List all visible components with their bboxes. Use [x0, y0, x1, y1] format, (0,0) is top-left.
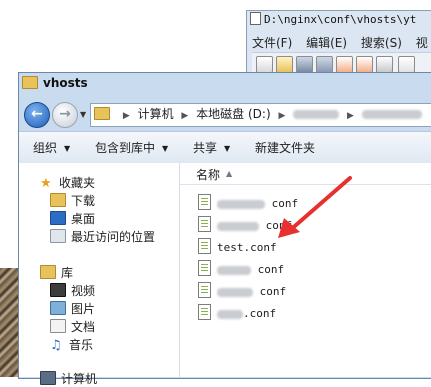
column-header-name[interactable]: 名称: [196, 166, 220, 183]
back-button[interactable]: ←: [24, 102, 50, 128]
conf-file-icon: [198, 282, 211, 298]
sort-ascending-icon: ▲: [226, 169, 233, 178]
nav-item-downloads[interactable]: 下载: [50, 192, 95, 209]
chevron-down-icon: ▼: [64, 144, 71, 153]
forward-arrow-icon: →: [59, 106, 71, 122]
menu-search[interactable]: 搜索(S): [361, 36, 402, 50]
nav-item-pictures[interactable]: 图片: [50, 300, 95, 317]
recent-pages-dropdown-icon[interactable]: ▼: [80, 110, 86, 119]
downloads-folder-icon: [50, 193, 66, 207]
notepad-title: D:\nginx\conf\vhosts\yt: [250, 12, 431, 31]
conf-file-icon: [198, 194, 211, 210]
conf-file-icon: [198, 238, 211, 254]
nav-favorites[interactable]: ★ 收藏夹: [40, 174, 95, 191]
nav-item-documents[interactable]: 文档: [50, 318, 95, 335]
file-item[interactable]: conf: [198, 260, 284, 278]
save-all-icon[interactable]: [316, 56, 333, 73]
documents-icon: [50, 319, 66, 333]
folder-icon: [22, 76, 38, 89]
pictures-icon: [50, 301, 66, 315]
address-folder-icon: [94, 107, 110, 120]
desktop-icon: [50, 211, 66, 225]
file-name-redacted: [217, 309, 243, 319]
conf-file-icon: [198, 304, 211, 320]
nav-item-music[interactable]: ♫ 音乐: [50, 336, 93, 353]
computer-icon: [40, 371, 56, 385]
star-icon: ★: [40, 176, 52, 191]
save-icon[interactable]: [296, 56, 313, 73]
conf-file-icon: [198, 260, 211, 276]
menu-view[interactable]: 视: [416, 36, 428, 50]
breadcrumb-redacted: [293, 110, 340, 119]
notepad-menubar: 文件(F) 编辑(E) 搜索(S) 视: [252, 34, 431, 50]
file-item[interactable]: .conf: [198, 304, 276, 322]
breadcrumb: ▶ 计算机 ▶ 本地磁盘 (D:) ▶ ▶: [94, 106, 429, 124]
menu-file[interactable]: 文件(F): [252, 36, 292, 50]
notepad-doc-icon: [250, 12, 261, 25]
file-item[interactable]: test.conf: [198, 238, 277, 256]
include-in-library-button[interactable]: 包含到库中 ▼: [95, 139, 168, 156]
music-note-icon: ♫: [50, 338, 62, 353]
background-photo: [0, 268, 20, 377]
nav-item-recent-places[interactable]: 最近访问的位置: [50, 228, 155, 245]
breadcrumb-separator-icon[interactable]: ▶: [278, 111, 285, 121]
print-icon[interactable]: [376, 56, 393, 73]
menu-edit[interactable]: 编辑(E): [306, 36, 347, 50]
breadcrumb-local-disk[interactable]: 本地磁盘 (D:): [196, 107, 270, 121]
file-name-redacted: [217, 265, 251, 275]
nav-computer[interactable]: 计算机: [40, 370, 97, 387]
conf-file-icon: [198, 216, 211, 232]
organize-button[interactable]: 组织 ▼: [33, 139, 70, 156]
explorer-title: vhosts: [22, 76, 422, 96]
breadcrumb-separator-icon[interactable]: ▶: [347, 111, 354, 121]
file-name-redacted: [217, 221, 259, 231]
open-file-icon[interactable]: [276, 56, 293, 73]
close-icon[interactable]: [336, 56, 353, 73]
nav-libraries[interactable]: 库: [40, 264, 73, 281]
breadcrumb-separator-icon[interactable]: ▶: [181, 111, 188, 121]
new-file-icon[interactable]: [256, 56, 273, 73]
cut-icon[interactable]: [398, 56, 415, 73]
library-icon: [40, 265, 56, 279]
recent-places-icon: [50, 229, 66, 243]
new-folder-button[interactable]: 新建文件夹: [255, 139, 315, 156]
forward-button[interactable]: →: [52, 102, 78, 128]
file-name-redacted: [217, 199, 265, 209]
video-icon: [50, 283, 66, 297]
close-all-icon[interactable]: [356, 56, 373, 73]
file-name-redacted: [217, 287, 253, 297]
nav-item-videos[interactable]: 视频: [50, 282, 95, 299]
annotation-arrow-shaft: [286, 176, 352, 234]
share-button[interactable]: 共享 ▼: [193, 139, 230, 156]
chevron-down-icon: ▼: [224, 144, 231, 153]
nav-item-desktop[interactable]: 桌面: [50, 210, 95, 227]
breadcrumb-computer[interactable]: 计算机: [138, 107, 174, 121]
annotation-arrow-head: [278, 218, 300, 238]
file-item[interactable]: conf: [198, 282, 286, 300]
breadcrumb-separator-icon[interactable]: ▶: [123, 111, 130, 121]
breadcrumb-redacted: [361, 110, 422, 119]
annotation-arrow: [278, 176, 352, 238]
back-arrow-icon: ←: [31, 106, 43, 122]
chevron-down-icon: ▼: [162, 144, 169, 153]
